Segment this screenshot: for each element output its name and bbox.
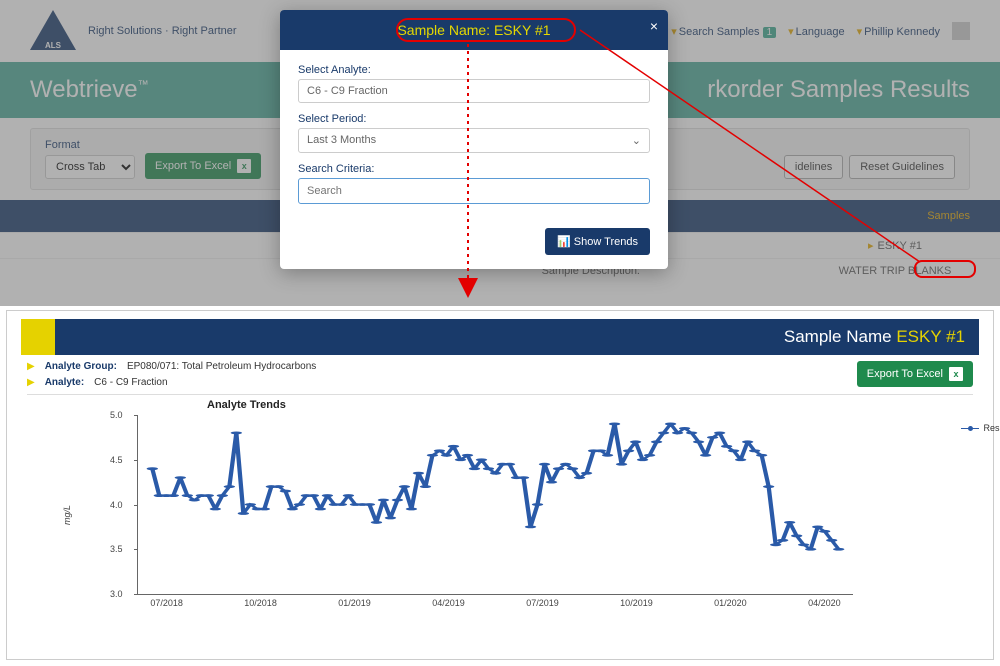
avatar[interactable] xyxy=(952,22,970,40)
guidelines-button[interactable]: idelines xyxy=(784,155,843,179)
search-count-badge: 1 xyxy=(763,27,777,38)
analyte-select[interactable]: C6 - C9 Fraction xyxy=(298,79,650,103)
show-trends-button[interactable]: 📊 Show Trends xyxy=(545,228,650,255)
result-heading: Sample Name ESKY #1 xyxy=(55,319,979,355)
export-excel-button[interactable]: Export To Excelx xyxy=(145,153,261,179)
chart-title: Analyte Trends xyxy=(207,399,933,411)
excel-icon: x xyxy=(949,367,963,381)
trends-result-panel: Sample Name ESKY #1 ▶ Analyte Group: EP0… xyxy=(6,310,994,660)
period-select[interactable]: Last 3 Months⌄ xyxy=(298,128,650,153)
analyte-trends-chart: mg/L 3.03.54.04.55.007/201810/201801/201… xyxy=(87,415,933,615)
reset-guidelines-button[interactable]: Reset Guidelines xyxy=(849,155,955,179)
language-menu[interactable]: ▾Language xyxy=(788,25,844,38)
tagline: Right Solutions · Right Partner xyxy=(88,25,237,37)
period-label: Select Period: xyxy=(298,113,650,125)
triangle-icon: ▶ xyxy=(27,361,35,372)
format-select[interactable]: Cross Tab xyxy=(45,155,135,179)
analyte-group-row: ▶ Analyte Group: EP080/071: Total Petrol… xyxy=(27,361,316,372)
modal-title: Sample Name: ESKY #1 × xyxy=(280,10,668,50)
search-samples-link[interactable]: ▾Search Samples 1 xyxy=(671,25,776,38)
analyte-label: Select Analyte: xyxy=(298,64,650,76)
search-input[interactable] xyxy=(298,178,650,204)
chevron-down-icon: ⌄ xyxy=(632,134,641,147)
trends-modal: Sample Name: ESKY #1 × Select Analyte: C… xyxy=(280,10,668,269)
analyte-row: ▶ Analyte: C6 - C9 Fraction xyxy=(27,377,316,388)
triangle-icon: ▶ xyxy=(27,377,35,388)
format-label: Format xyxy=(45,139,135,151)
excel-icon: x xyxy=(237,159,251,173)
user-menu[interactable]: ▾Phillip Kennedy xyxy=(857,25,940,38)
export-excel-button[interactable]: Export To Excel x xyxy=(857,361,973,387)
chart-legend: Result xyxy=(961,423,1000,433)
expand-icon[interactable]: ▸ xyxy=(868,240,874,252)
criteria-label: Search Criteria: xyxy=(298,163,650,175)
y-axis-label: mg/L xyxy=(62,505,72,525)
close-icon[interactable]: × xyxy=(650,18,658,34)
als-logo: ALS xyxy=(30,10,76,52)
chart-icon: 📊 xyxy=(557,236,571,248)
